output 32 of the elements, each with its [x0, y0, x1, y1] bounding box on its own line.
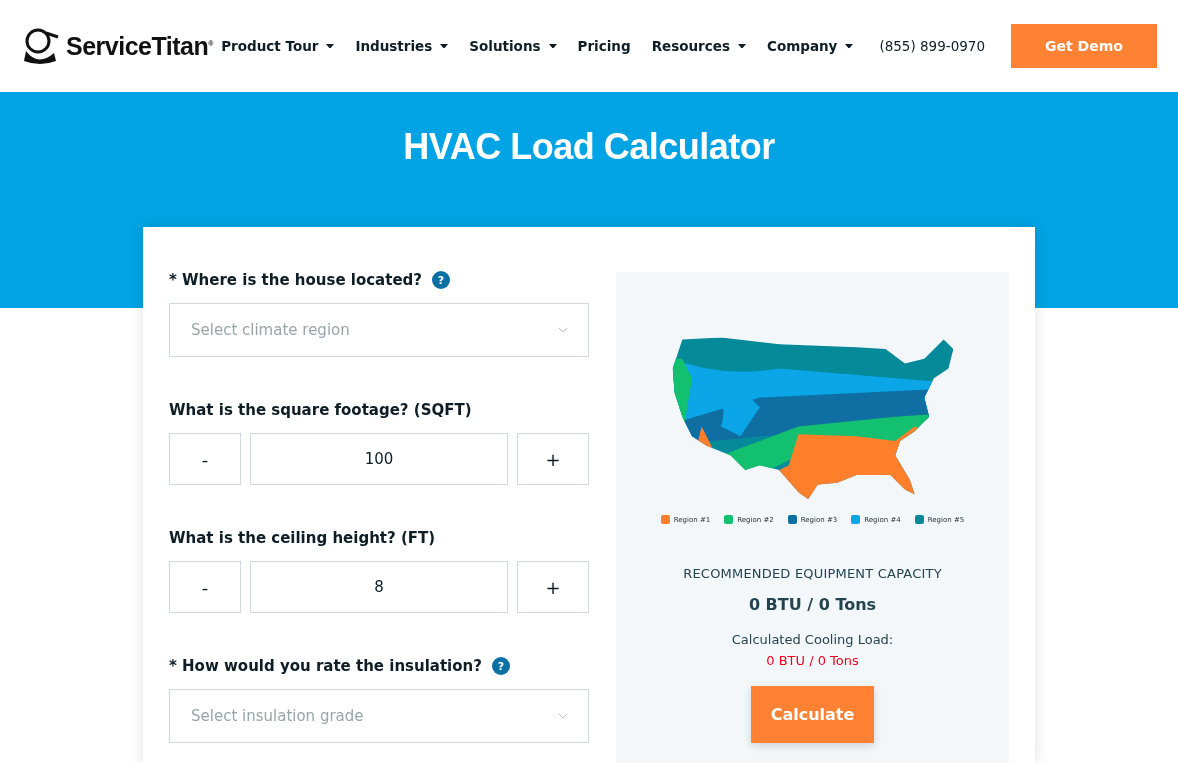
minus-button[interactable]: -	[169, 433, 241, 485]
nav-link[interactable]: Solutions	[469, 38, 557, 54]
chevron-icon	[558, 327, 568, 333]
field-label: What is the square footage? (SQFT)	[169, 401, 472, 419]
plus-button[interactable]: +	[517, 433, 589, 485]
number-field[interactable]: 100	[250, 433, 508, 485]
field-label: * How would you rate the insulation?	[169, 657, 482, 675]
cooling-value: 0 BTU / 0 Tons	[766, 653, 859, 668]
nav-link[interactable]: Product Tour	[221, 38, 335, 54]
nav-link[interactable]: Industries	[355, 38, 449, 54]
caret-icon	[326, 43, 335, 49]
plus-button[interactable]: +	[517, 561, 589, 613]
nav-link[interactable]: Pricing	[577, 38, 631, 54]
phone-number: (855) 899-0970	[879, 38, 985, 54]
help-icon[interactable]: ?	[491, 657, 510, 675]
caret-icon	[845, 43, 854, 49]
cooling-label: Calculated Cooling Load:	[731, 632, 894, 647]
capacity-label: RECOMMENDED EQUIPMENT CAPACITY	[683, 566, 942, 581]
caret-icon	[737, 43, 746, 49]
help-icon[interactable]: ?	[432, 271, 451, 289]
field-label: What is the ceiling height? (FT)	[169, 529, 436, 547]
minus-button[interactable]: -	[169, 561, 241, 613]
brand-name: ServiceTitan$^{®}$	[66, 31, 213, 61]
chevron-icon	[558, 713, 568, 719]
page-title: HVAC Load Calculator	[403, 126, 775, 168]
caret-icon	[440, 43, 449, 49]
nav-link[interactable]: Resources	[651, 38, 746, 54]
capacity-value: 0 BTU / 0 Tons	[748, 595, 877, 614]
nav-link[interactable]: Company	[766, 38, 854, 54]
caret-icon	[548, 43, 557, 49]
field-label: * Where is the house located?	[169, 271, 423, 289]
number-field[interactable]: 8	[250, 561, 508, 613]
